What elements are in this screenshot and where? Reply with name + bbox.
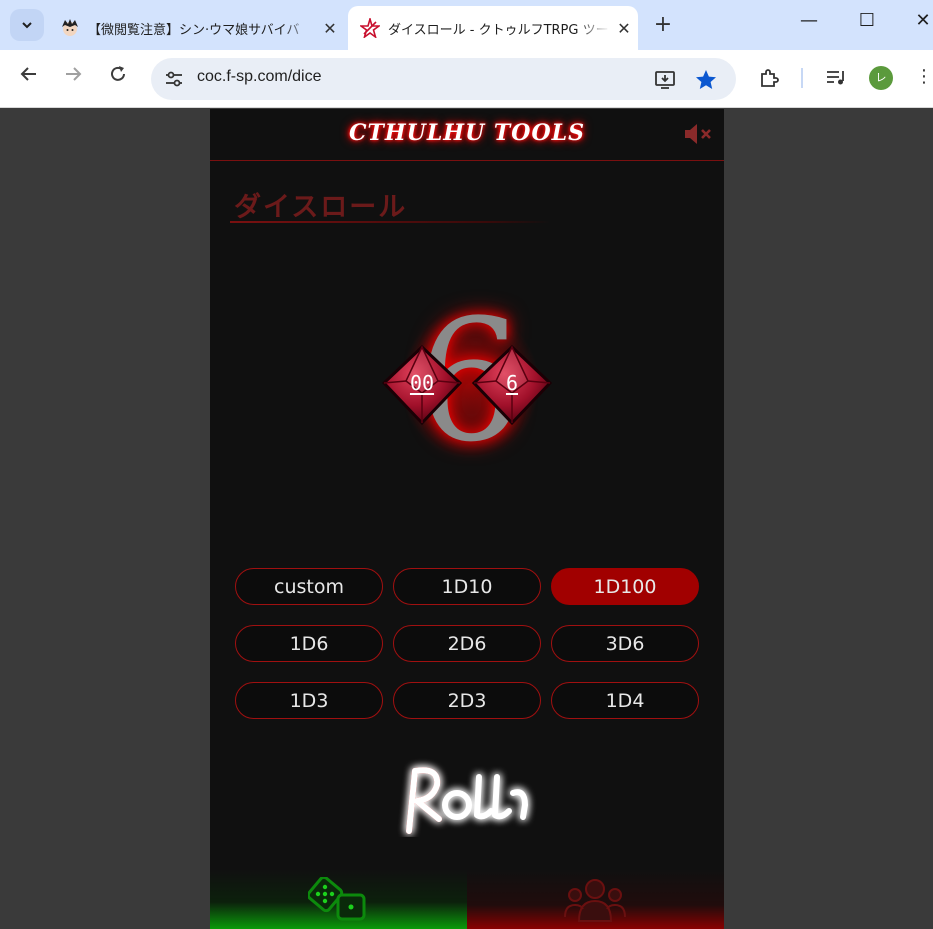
site-logo[interactable]: CTHULHU TOOLS	[210, 120, 724, 146]
dice-option-2d3[interactable]: 2D3	[393, 682, 541, 719]
bookmark-star-icon[interactable]	[694, 68, 718, 92]
minimize-button[interactable]: —	[789, 10, 829, 31]
dice-option-1d6[interactable]: 1D6	[235, 625, 383, 662]
bottom-nav	[210, 869, 724, 929]
extensions-icon[interactable]	[757, 66, 781, 90]
dice-option-custom[interactable]: custom	[235, 568, 383, 605]
reload-button[interactable]	[103, 64, 133, 89]
title-underline	[230, 221, 550, 223]
browser-tab-1[interactable]: 【微閲覧注意】シン·ウマ娘サバイバ ✕	[48, 6, 344, 50]
d10-die: 00	[380, 343, 464, 427]
media-controls-icon[interactable]	[824, 66, 848, 90]
dice-option-1d3[interactable]: 1D3	[235, 682, 383, 719]
red-star-icon	[360, 18, 380, 38]
d10-die: 6	[470, 343, 554, 427]
browser-tab-strip: 【微閲覧注意】シン·ウマ娘サバイバ ✕ ダイスロール - クトゥルフTRPG ツ…	[0, 0, 933, 50]
dice-option-1d10[interactable]: 1D10	[393, 568, 541, 605]
tab-title: 【微閲覧注意】シン·ウマ娘サバイバ	[88, 22, 300, 38]
forward-button[interactable]	[58, 64, 88, 89]
arrow-left-icon	[20, 67, 36, 81]
dice-icon	[308, 877, 366, 921]
address-bar[interactable]: coc.f-sp.com/dice	[151, 58, 736, 100]
reload-icon	[111, 66, 125, 81]
toolbar-divider	[801, 68, 803, 88]
chevron-down-icon	[22, 22, 32, 29]
nav-dice-tab[interactable]	[210, 869, 467, 929]
tab-search-button[interactable]	[10, 9, 44, 41]
dice-option-1d4[interactable]: 1D4	[551, 682, 699, 719]
browser-menu-button[interactable]: ⋮	[915, 66, 933, 87]
dice-option-1d100[interactable]: 1D100	[551, 568, 699, 605]
maximize-button[interactable]: ☐	[847, 10, 887, 31]
site-header: CTHULHU TOOLS	[210, 109, 724, 161]
die-face-value: 6	[505, 371, 519, 395]
dice-roll-page: CTHULHU TOOLS ダイスロール 6 00 6 custom 1D10 …	[210, 109, 724, 929]
page-title: ダイスロール	[234, 192, 408, 223]
site-settings-icon[interactable]	[163, 68, 185, 90]
close-window-button[interactable]: ✕	[903, 10, 933, 31]
anime-avatar-icon	[62, 19, 78, 36]
roll-button[interactable]	[387, 749, 547, 837]
tab-title: ダイスロール - クトゥルフTRPG ツール	[388, 22, 610, 38]
die-face-value: 00	[409, 371, 435, 395]
back-button[interactable]	[14, 64, 44, 89]
users-icon	[564, 879, 626, 922]
dice-result-area: 6 00 6	[380, 297, 560, 469]
nav-members-tab[interactable]	[467, 869, 724, 929]
dice-option-2d6[interactable]: 2D6	[393, 625, 541, 662]
browser-toolbar: coc.f-sp.com/dice	[0, 50, 933, 108]
dice-option-3d6[interactable]: 3D6	[551, 625, 699, 662]
browser-tab-2-active[interactable]: ダイスロール - クトゥルフTRPG ツール ✕	[348, 6, 638, 50]
install-app-icon[interactable]	[653, 68, 677, 92]
tab-close-icon[interactable]: ✕	[316, 19, 344, 38]
speaker-muted-icon[interactable]	[683, 122, 715, 146]
url-text[interactable]: coc.f-sp.com/dice	[197, 68, 321, 86]
new-tab-button[interactable]: +	[648, 12, 678, 37]
profile-avatar[interactable]: レ	[869, 66, 893, 90]
arrow-right-icon	[66, 67, 82, 81]
tab-close-icon[interactable]: ✕	[610, 19, 638, 38]
